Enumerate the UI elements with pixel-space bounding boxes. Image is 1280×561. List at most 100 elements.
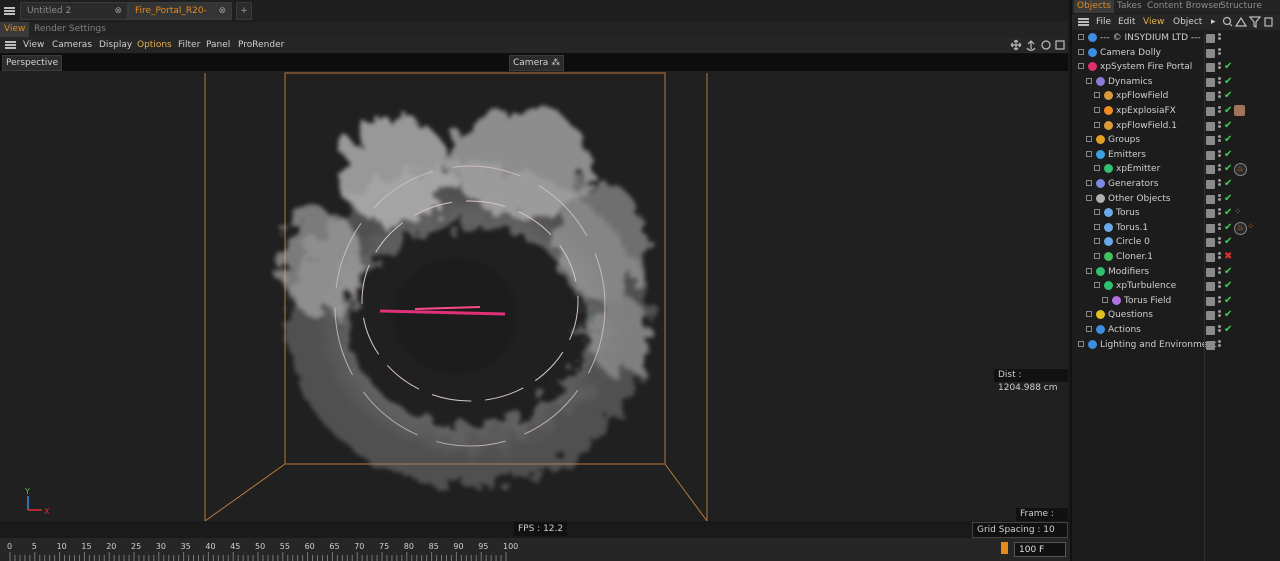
object-row[interactable]: xpExplosiaFX ✔ [1072, 104, 1272, 118]
object-row[interactable]: Questions ✔ [1072, 308, 1272, 322]
playhead-marker[interactable] [1001, 542, 1008, 554]
layer-box-icon[interactable] [1206, 165, 1215, 175]
object-row[interactable]: xpSystem Fire Portal ✔ [1072, 60, 1272, 74]
object-row[interactable]: Actions ✔ [1072, 323, 1272, 337]
expand-toggle-icon[interactable] [1078, 48, 1084, 55]
tab-render-settings[interactable]: Render Settings [30, 22, 110, 37]
enabled-check-icon[interactable]: ✔ [1224, 235, 1232, 249]
object-row[interactable]: xpEmitter ✔ ♨ [1072, 162, 1272, 177]
current-frame-field[interactable]: 100 F [1014, 542, 1066, 557]
new-tab-button[interactable]: + [236, 2, 252, 20]
menu-display[interactable]: Display [99, 37, 132, 53]
object-row[interactable]: Torus.1 ✔ ♨ ⁘ [1072, 221, 1272, 235]
visibility-dots-icon[interactable] [1218, 91, 1221, 101]
fire-tag-icon[interactable]: ♨ [1234, 163, 1247, 177]
projection-label[interactable]: Perspective [2, 55, 63, 71]
layer-box-icon[interactable] [1206, 223, 1215, 233]
expand-toggle-icon[interactable] [1086, 311, 1092, 318]
viewport-menu-icon[interactable] [5, 41, 16, 49]
object-row[interactable]: Generators ✔ [1072, 177, 1272, 191]
expand-toggle-icon[interactable] [1086, 267, 1092, 274]
menu-object[interactable]: Object [1173, 14, 1202, 30]
object-row[interactable]: Dynamics ✔ [1072, 75, 1272, 89]
xparticles-tag-icon[interactable]: ⁘ [1247, 222, 1258, 233]
menu-filter[interactable]: Filter [178, 37, 200, 53]
tab-structure[interactable]: Structure [1217, 0, 1265, 13]
expand-toggle-icon[interactable] [1094, 253, 1100, 259]
layer-box-icon[interactable] [1206, 209, 1215, 219]
tab-view[interactable]: View [0, 22, 30, 37]
object-row[interactable]: Emitters ✔ [1072, 148, 1272, 162]
visibility-dots-icon[interactable] [1218, 33, 1221, 43]
object-row[interactable]: Torus Field ✔ [1072, 294, 1272, 308]
layer-box-icon[interactable] [1206, 77, 1215, 87]
object-row[interactable]: Groups ✔ [1072, 133, 1272, 147]
visibility-dots-icon[interactable] [1218, 252, 1221, 262]
object-row[interactable]: xpTurbulence ✔ [1072, 279, 1272, 293]
document-menu-icon[interactable] [4, 7, 15, 15]
menu-view[interactable]: View [1143, 14, 1164, 30]
expand-toggle-icon[interactable] [1086, 136, 1092, 143]
object-row[interactable]: Other Objects ✔ [1072, 192, 1272, 206]
expand-toggle-icon[interactable] [1094, 209, 1100, 216]
visibility-dots-icon[interactable] [1218, 149, 1221, 160]
menu-cameras[interactable]: Cameras [52, 37, 92, 53]
tab-content-browser[interactable]: Content Browser [1144, 0, 1225, 13]
expand-toggle-icon[interactable] [1086, 180, 1092, 186]
layer-box-icon[interactable] [1206, 194, 1215, 204]
expand-toggle-icon[interactable] [1086, 326, 1092, 332]
visibility-dots-icon[interactable] [1218, 237, 1221, 247]
enabled-check-icon[interactable]: ✔ [1224, 177, 1232, 191]
enabled-check-icon[interactable]: ✔ [1224, 265, 1232, 279]
layer-box-icon[interactable] [1206, 311, 1215, 321]
enabled-check-icon[interactable]: ✔ [1224, 75, 1232, 89]
camera-selector[interactable]: Camera ⁂ [509, 55, 565, 71]
object-row[interactable]: Modifiers ✔ [1072, 265, 1272, 279]
layer-box-icon[interactable] [1206, 48, 1215, 58]
doc-tab-fire-portal[interactable]: Fire_Portal_R20-R21_Fi ⊗ [128, 2, 232, 32]
visibility-dots-icon[interactable] [1218, 339, 1221, 350]
enabled-check-icon[interactable]: ✔ [1224, 60, 1232, 74]
menu-panel[interactable]: Panel [206, 37, 230, 53]
visibility-dots-icon[interactable] [1218, 325, 1221, 335]
expand-toggle-icon[interactable] [1086, 77, 1092, 84]
object-row[interactable]: Circle 0 ✔ [1072, 235, 1272, 249]
object-row[interactable]: xpFlowField.1 ✔ [1072, 119, 1272, 133]
layer-box-icon[interactable] [1206, 150, 1215, 160]
visibility-dots-icon[interactable] [1218, 135, 1221, 145]
layer-box-icon[interactable] [1206, 136, 1215, 146]
enabled-check-icon[interactable]: ✔ [1224, 119, 1232, 133]
object-row[interactable]: Cloner.1 ✖ [1072, 250, 1272, 264]
enabled-check-icon[interactable]: ✔ [1224, 133, 1232, 147]
layer-box-icon[interactable] [1206, 282, 1215, 292]
layer-box-icon[interactable] [1206, 121, 1215, 131]
layer-box-icon[interactable] [1206, 180, 1215, 189]
3d-viewport[interactable]: Y X Dist : 1204.988 cm Frame : 100 [0, 71, 1068, 521]
visibility-dots-icon[interactable] [1218, 222, 1221, 233]
enabled-check-icon[interactable]: ✔ [1224, 89, 1232, 103]
visibility-dots-icon[interactable] [1218, 310, 1221, 320]
visibility-dots-icon[interactable] [1218, 106, 1221, 116]
expand-toggle-icon[interactable] [1078, 63, 1084, 70]
visibility-dots-icon[interactable] [1218, 281, 1221, 291]
visibility-dots-icon[interactable] [1218, 179, 1221, 189]
object-row[interactable]: xpFlowField ✔ [1072, 89, 1272, 103]
layer-box-icon[interactable] [1206, 296, 1215, 306]
enabled-check-icon[interactable]: ✔ [1224, 148, 1232, 162]
layer-box-icon[interactable] [1206, 63, 1215, 73]
enabled-check-icon[interactable]: ✔ [1224, 206, 1232, 220]
expand-toggle-icon[interactable] [1094, 223, 1100, 230]
enabled-check-icon[interactable]: ✔ [1224, 294, 1232, 308]
expand-toggle-icon[interactable] [1078, 340, 1084, 347]
layer-box-icon[interactable] [1206, 238, 1215, 248]
expand-toggle-icon[interactable] [1094, 121, 1100, 128]
object-row[interactable]: Torus ✔ ⁘ [1072, 206, 1272, 220]
expand-toggle-icon[interactable] [1094, 165, 1100, 172]
layer-box-icon[interactable] [1206, 107, 1215, 116]
more-arrow-icon[interactable]: ▸ [1211, 14, 1216, 30]
enabled-check-icon[interactable]: ✔ [1224, 192, 1232, 206]
visibility-dots-icon[interactable] [1218, 120, 1221, 131]
visibility-dots-icon[interactable] [1218, 62, 1221, 72]
layer-box-icon[interactable] [1206, 34, 1215, 43]
enabled-check-icon[interactable]: ✔ [1224, 221, 1232, 235]
